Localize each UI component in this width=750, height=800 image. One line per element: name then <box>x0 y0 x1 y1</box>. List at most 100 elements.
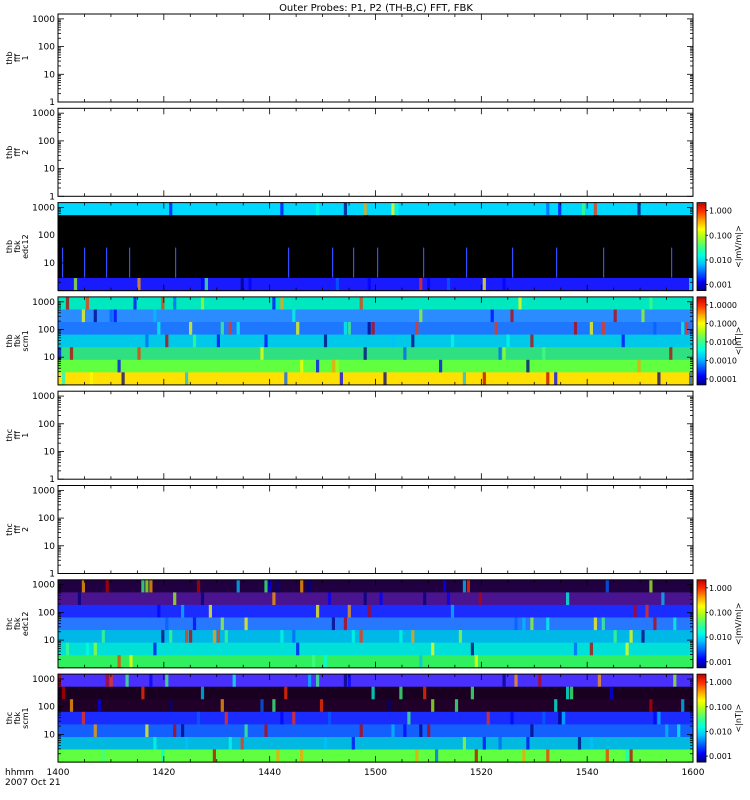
heatmap-streak <box>423 592 427 605</box>
heatmap-streak <box>411 334 415 348</box>
panel-frame <box>57 107 694 197</box>
y-tick-label: 1000 <box>32 109 55 119</box>
y-tick-label: 100 <box>38 43 55 53</box>
heatmap-streak <box>292 711 296 725</box>
heatmap-streak <box>276 579 280 593</box>
heatmap-streak <box>323 737 328 750</box>
heatmap-streak <box>633 604 637 618</box>
heatmap-streak <box>645 604 649 618</box>
heatmap-streak <box>331 359 335 373</box>
panel-thc-fff-2: 1000100101thc fff 2 <box>5 485 694 580</box>
heatmap-streak <box>85 642 89 656</box>
heatmap-spike <box>671 247 673 278</box>
heatmap-streak <box>347 322 351 335</box>
y-tick-label: 1000 <box>32 675 55 685</box>
panel-thb-fff-1: 1000100101thb fff 1 <box>5 13 694 108</box>
heatmap-streak <box>292 309 296 323</box>
heatmap-streak <box>367 322 371 335</box>
heatmap-streak <box>673 674 677 687</box>
heatmap-streak <box>185 372 189 385</box>
heatmap-streak <box>62 686 66 700</box>
heatmap-streak <box>589 642 593 656</box>
heatmap-streak <box>653 711 657 725</box>
x-tick-label: 1440 <box>258 768 281 778</box>
heatmap-streak <box>169 202 173 216</box>
heatmap-streak <box>200 592 205 605</box>
heatmap-band <box>58 347 693 361</box>
heatmap-streak <box>514 674 518 687</box>
heatmap-streak <box>446 592 451 605</box>
heatmap-streak <box>359 724 363 737</box>
heatmap-streak <box>129 655 133 668</box>
heatmap-streak <box>419 309 423 323</box>
heatmap-streak <box>173 296 177 310</box>
colorbar-tick-label: 0.0100 <box>709 338 737 347</box>
colorbar-tick-label: 1.000 <box>709 207 732 216</box>
heatmap-streak <box>316 359 320 373</box>
heatmap-streak <box>530 724 534 737</box>
heatmap-streak <box>264 724 268 737</box>
heatmap-streak <box>272 592 276 605</box>
colorbar-tick-label: 0.001 <box>709 752 732 761</box>
colorbar <box>696 673 707 763</box>
heatmap-streak <box>514 617 518 631</box>
heatmap-streak <box>97 699 101 712</box>
heatmap-streak <box>161 630 165 643</box>
heatmap-streak <box>272 296 276 310</box>
heatmap-streak <box>653 617 657 631</box>
heatmap-streak <box>81 309 85 323</box>
heatmap-streak <box>677 724 681 737</box>
heatmap-streak <box>264 334 268 348</box>
heatmap-streak <box>546 202 550 216</box>
heatmap-streak <box>272 699 276 712</box>
heatmap-streak <box>395 202 399 216</box>
heatmap-streak <box>371 322 375 335</box>
x-axis-label-hhmm: hhmm <box>5 768 34 778</box>
y-tick-label: 1000 <box>32 203 55 213</box>
colorbar-tick-label: 1.000 <box>709 584 732 593</box>
heatmap-spike <box>84 247 86 278</box>
heatmap-streak <box>403 347 407 360</box>
heatmap-streak <box>423 686 427 700</box>
heatmap-streak <box>113 309 117 323</box>
heatmap-streak <box>665 724 669 737</box>
heatmap-streak <box>542 347 546 360</box>
heatmap-streak <box>673 617 677 631</box>
heatmap-streak <box>462 579 466 593</box>
x-tick-label: 1540 <box>576 768 599 778</box>
heatmap-streak <box>236 322 240 335</box>
heatmap-band <box>58 322 693 336</box>
heatmap-band <box>58 240 693 254</box>
heatmap-streak <box>173 592 177 605</box>
heatmap-streak <box>601 322 605 335</box>
colorbar <box>696 579 707 669</box>
y-tick-label: 10 <box>44 542 56 552</box>
heatmap-streak <box>427 724 431 737</box>
heatmap-streak <box>93 642 97 656</box>
heatmap-streak <box>300 579 304 593</box>
heatmap-streak <box>573 642 578 656</box>
heatmap-streak <box>522 617 526 631</box>
heatmap-streak <box>157 322 161 335</box>
panel-frame <box>57 13 694 103</box>
heatmap-streak <box>220 322 224 335</box>
y-tick-label: 10 <box>44 730 56 740</box>
heatmap-streak <box>689 278 693 291</box>
heatmap-streak <box>208 604 212 618</box>
heatmap-streak <box>649 579 653 593</box>
heatmap-streak <box>669 347 673 360</box>
heatmap-streak <box>260 347 264 360</box>
x-axis-label-date: 2007 Oct 21 <box>5 778 61 788</box>
heatmap-streak <box>189 322 193 335</box>
heatmap-streak <box>589 737 593 750</box>
y-axis-label-line: edc12 <box>21 234 30 259</box>
y-tick-label: 1000 <box>32 581 55 591</box>
heatmap-streak <box>200 278 205 291</box>
heatmap-streak <box>323 334 328 348</box>
heatmap-streak <box>224 711 228 725</box>
heatmap-streak <box>371 686 375 700</box>
heatmap-streak <box>681 699 685 712</box>
heatmap-streak <box>157 604 161 618</box>
heatmap-streak <box>391 334 395 348</box>
heatmap-streak <box>546 749 550 763</box>
